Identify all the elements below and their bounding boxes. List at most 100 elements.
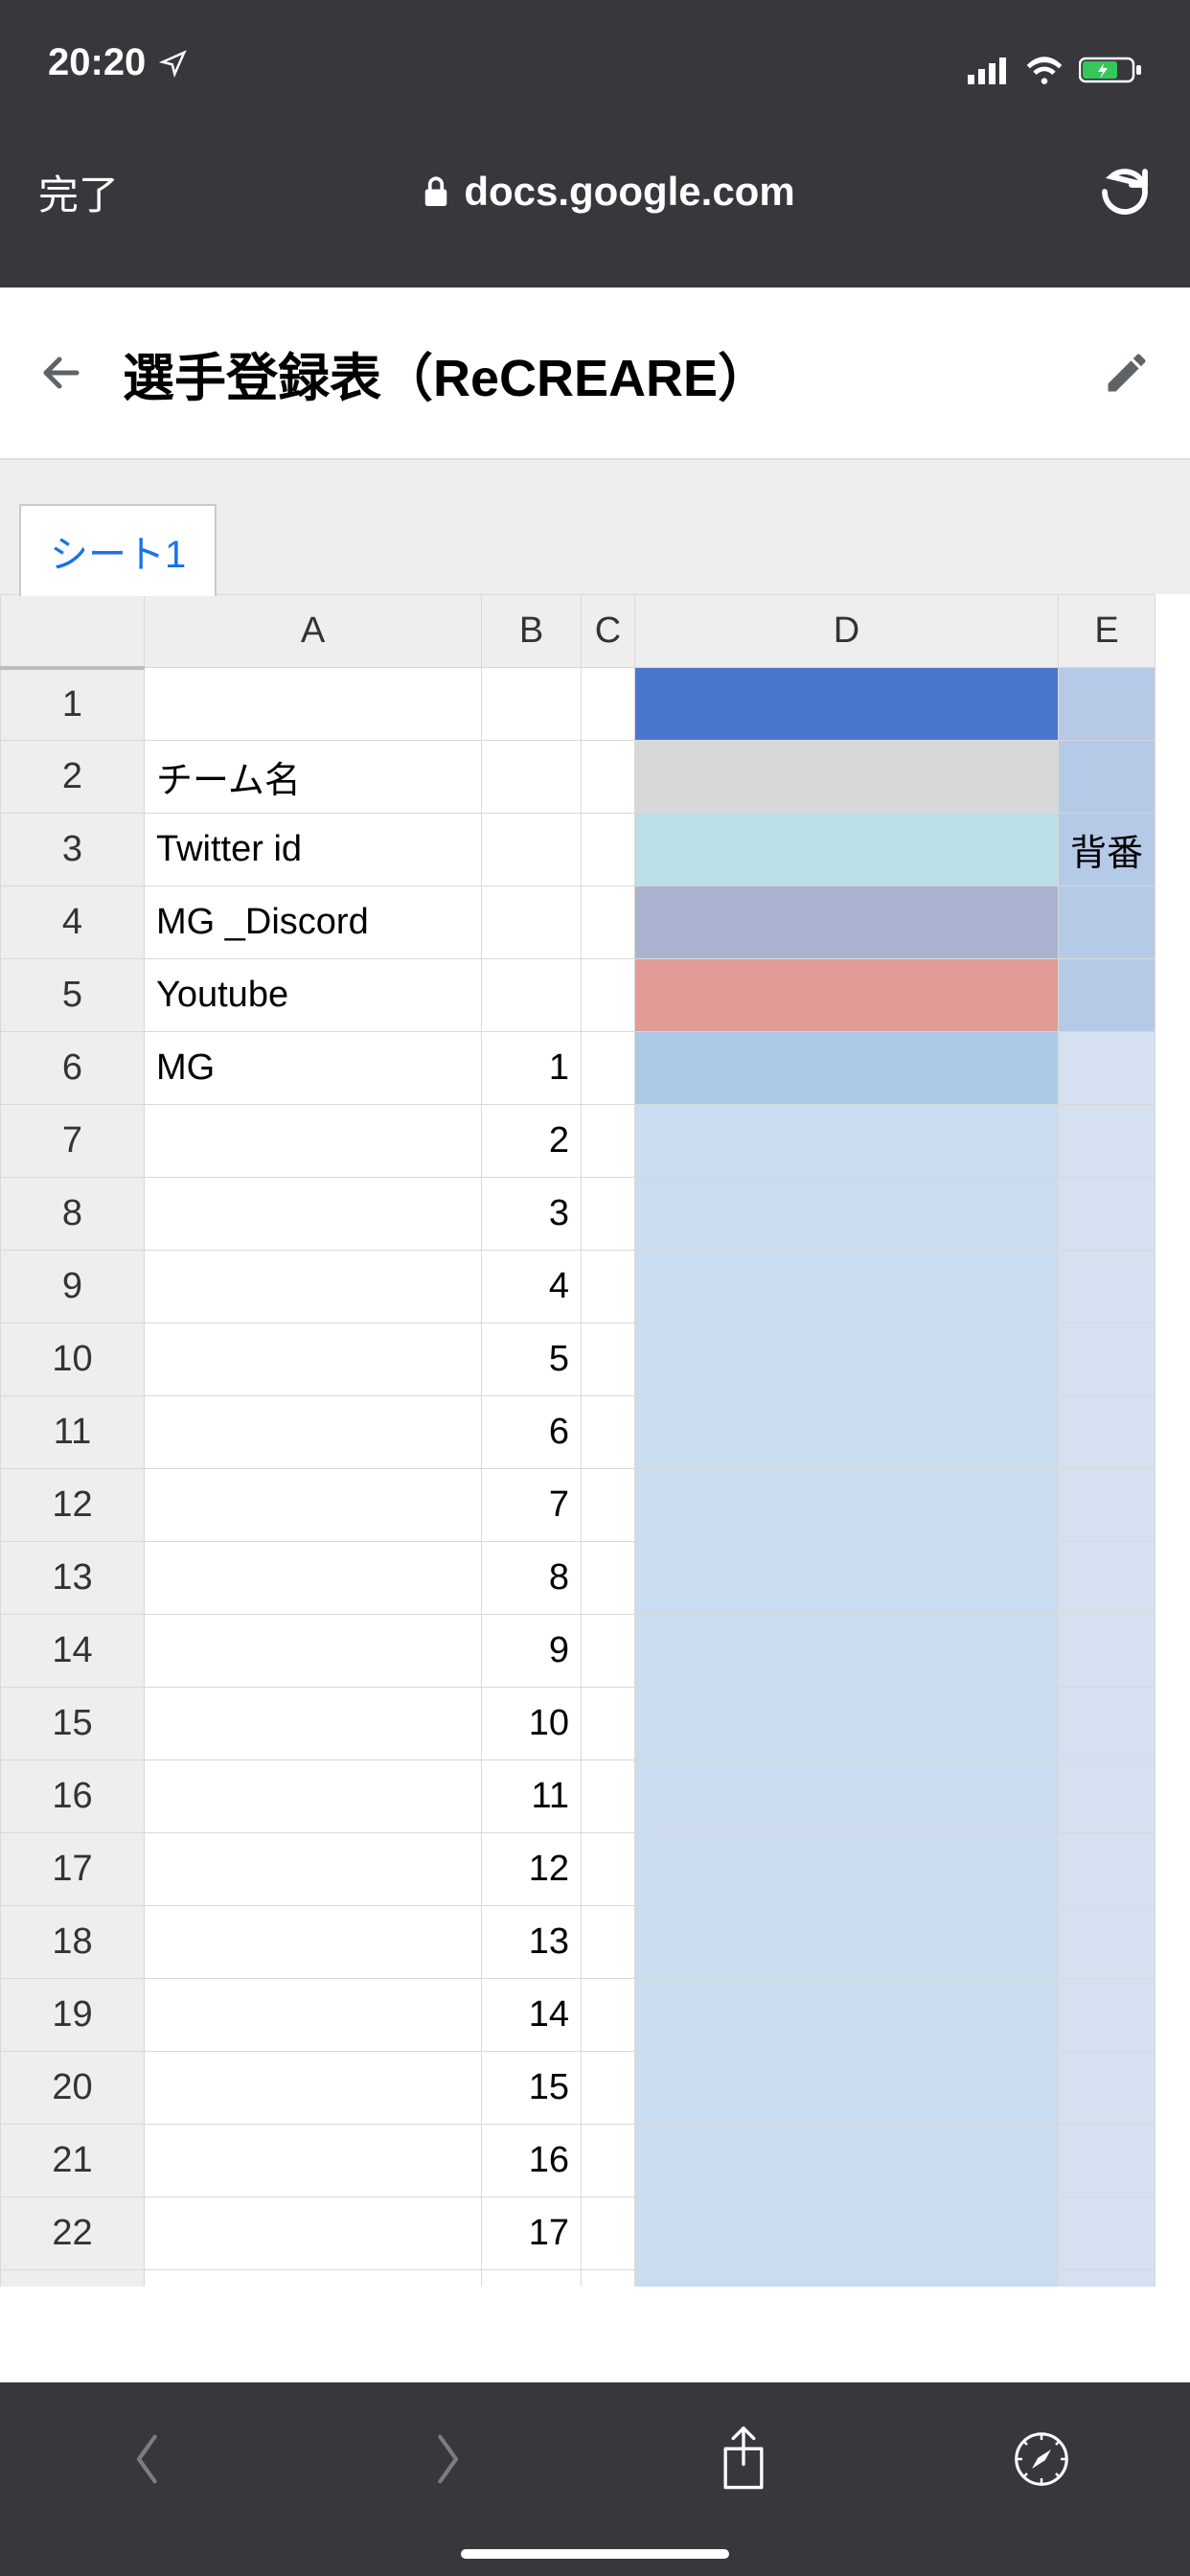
- cell[interactable]: 10: [482, 1688, 582, 1760]
- cell[interactable]: [1059, 2270, 1156, 2288]
- cell[interactable]: [1059, 1251, 1156, 1323]
- col-header-C[interactable]: C: [582, 595, 635, 668]
- home-indicator[interactable]: [461, 2549, 729, 2559]
- row-header[interactable]: 13: [1, 1542, 145, 1615]
- row-header[interactable]: 2: [1, 741, 145, 814]
- cell[interactable]: [582, 1615, 635, 1688]
- cell[interactable]: [582, 1396, 635, 1469]
- cell[interactable]: [635, 1251, 1059, 1323]
- row-header[interactable]: 19: [1, 1979, 145, 2052]
- share-button[interactable]: [705, 2421, 782, 2497]
- cell[interactable]: 8: [482, 1542, 582, 1615]
- cell[interactable]: [145, 1906, 482, 1979]
- cell[interactable]: [482, 886, 582, 959]
- row-header[interactable]: 11: [1, 1396, 145, 1469]
- cell[interactable]: [1059, 1323, 1156, 1396]
- spreadsheet-grid[interactable]: A B C D E 12チーム名3Twitter id背番4MG _Discor…: [0, 594, 1190, 2287]
- row-header[interactable]: 8: [1, 1178, 145, 1251]
- cell[interactable]: [1059, 2125, 1156, 2197]
- cell[interactable]: [635, 2270, 1059, 2288]
- cell[interactable]: 背番: [1059, 814, 1156, 886]
- cell[interactable]: [145, 1469, 482, 1542]
- cell[interactable]: [145, 1323, 482, 1396]
- row-header[interactable]: 21: [1, 2125, 145, 2197]
- cell[interactable]: [582, 886, 635, 959]
- cell[interactable]: [635, 1542, 1059, 1615]
- cell[interactable]: [582, 1251, 635, 1323]
- cell[interactable]: [635, 1032, 1059, 1105]
- cell[interactable]: [635, 1323, 1059, 1396]
- cell[interactable]: [1059, 1833, 1156, 1906]
- cell[interactable]: [635, 1615, 1059, 1688]
- cell[interactable]: 14: [482, 1979, 582, 2052]
- cell[interactable]: [582, 959, 635, 1032]
- cell[interactable]: [582, 2125, 635, 2197]
- cell[interactable]: [1059, 1032, 1156, 1105]
- cell[interactable]: [1059, 2052, 1156, 2125]
- cell[interactable]: [582, 1833, 635, 1906]
- row-header[interactable]: 16: [1, 1760, 145, 1833]
- cell[interactable]: [145, 1396, 482, 1469]
- row-header[interactable]: 9: [1, 1251, 145, 1323]
- cell[interactable]: [482, 814, 582, 886]
- cell[interactable]: [1059, 1760, 1156, 1833]
- cell[interactable]: 7: [482, 1469, 582, 1542]
- cell[interactable]: [1059, 741, 1156, 814]
- cell[interactable]: [582, 1469, 635, 1542]
- cell[interactable]: 1: [482, 1032, 582, 1105]
- cell[interactable]: [582, 668, 635, 741]
- row-header[interactable]: 23: [1, 2270, 145, 2288]
- cell[interactable]: 17: [482, 2197, 582, 2270]
- reload-button[interactable]: [1098, 165, 1152, 218]
- cell[interactable]: [1059, 1105, 1156, 1178]
- cell[interactable]: [635, 2197, 1059, 2270]
- row-header[interactable]: 20: [1, 2052, 145, 2125]
- cell[interactable]: [145, 1105, 482, 1178]
- cell[interactable]: [145, 1760, 482, 1833]
- cell[interactable]: 11: [482, 1760, 582, 1833]
- row-header[interactable]: 7: [1, 1105, 145, 1178]
- cell[interactable]: [635, 2052, 1059, 2125]
- cell[interactable]: [582, 1542, 635, 1615]
- cell[interactable]: [635, 1833, 1059, 1906]
- edit-button[interactable]: [1102, 348, 1152, 398]
- cell[interactable]: 2: [482, 1105, 582, 1178]
- cell[interactable]: [1059, 1979, 1156, 2052]
- cell[interactable]: [1059, 1615, 1156, 1688]
- row-header[interactable]: 14: [1, 1615, 145, 1688]
- row-header[interactable]: 1: [1, 668, 145, 741]
- row-header[interactable]: 4: [1, 886, 145, 959]
- col-header-D[interactable]: D: [635, 595, 1059, 668]
- cell[interactable]: チーム名: [145, 741, 482, 814]
- cell[interactable]: [145, 1979, 482, 2052]
- row-header[interactable]: 3: [1, 814, 145, 886]
- cell[interactable]: [145, 1542, 482, 1615]
- cell[interactable]: [1059, 668, 1156, 741]
- cell[interactable]: [582, 814, 635, 886]
- cell[interactable]: 6: [482, 1396, 582, 1469]
- row-header[interactable]: 18: [1, 1906, 145, 1979]
- cell[interactable]: MG: [145, 1032, 482, 1105]
- cell[interactable]: [582, 741, 635, 814]
- cell[interactable]: [145, 2052, 482, 2125]
- cell[interactable]: [635, 1396, 1059, 1469]
- cell[interactable]: [635, 1469, 1059, 1542]
- cell[interactable]: [1059, 1906, 1156, 1979]
- cell[interactable]: [145, 2270, 482, 2288]
- cell[interactable]: [635, 1979, 1059, 2052]
- cell[interactable]: [1059, 1178, 1156, 1251]
- cell[interactable]: 18: [482, 2270, 582, 2288]
- cell[interactable]: Twitter id: [145, 814, 482, 886]
- open-in-safari-button[interactable]: [1003, 2421, 1080, 2497]
- cell[interactable]: [1059, 2197, 1156, 2270]
- back-button[interactable]: [38, 350, 84, 396]
- row-header[interactable]: 10: [1, 1323, 145, 1396]
- cell[interactable]: [582, 1105, 635, 1178]
- cell[interactable]: [1059, 1542, 1156, 1615]
- cell[interactable]: [145, 1251, 482, 1323]
- cell[interactable]: [635, 886, 1059, 959]
- cell[interactable]: [145, 2125, 482, 2197]
- row-header[interactable]: 17: [1, 1833, 145, 1906]
- cell[interactable]: [582, 2052, 635, 2125]
- cell[interactable]: [635, 668, 1059, 741]
